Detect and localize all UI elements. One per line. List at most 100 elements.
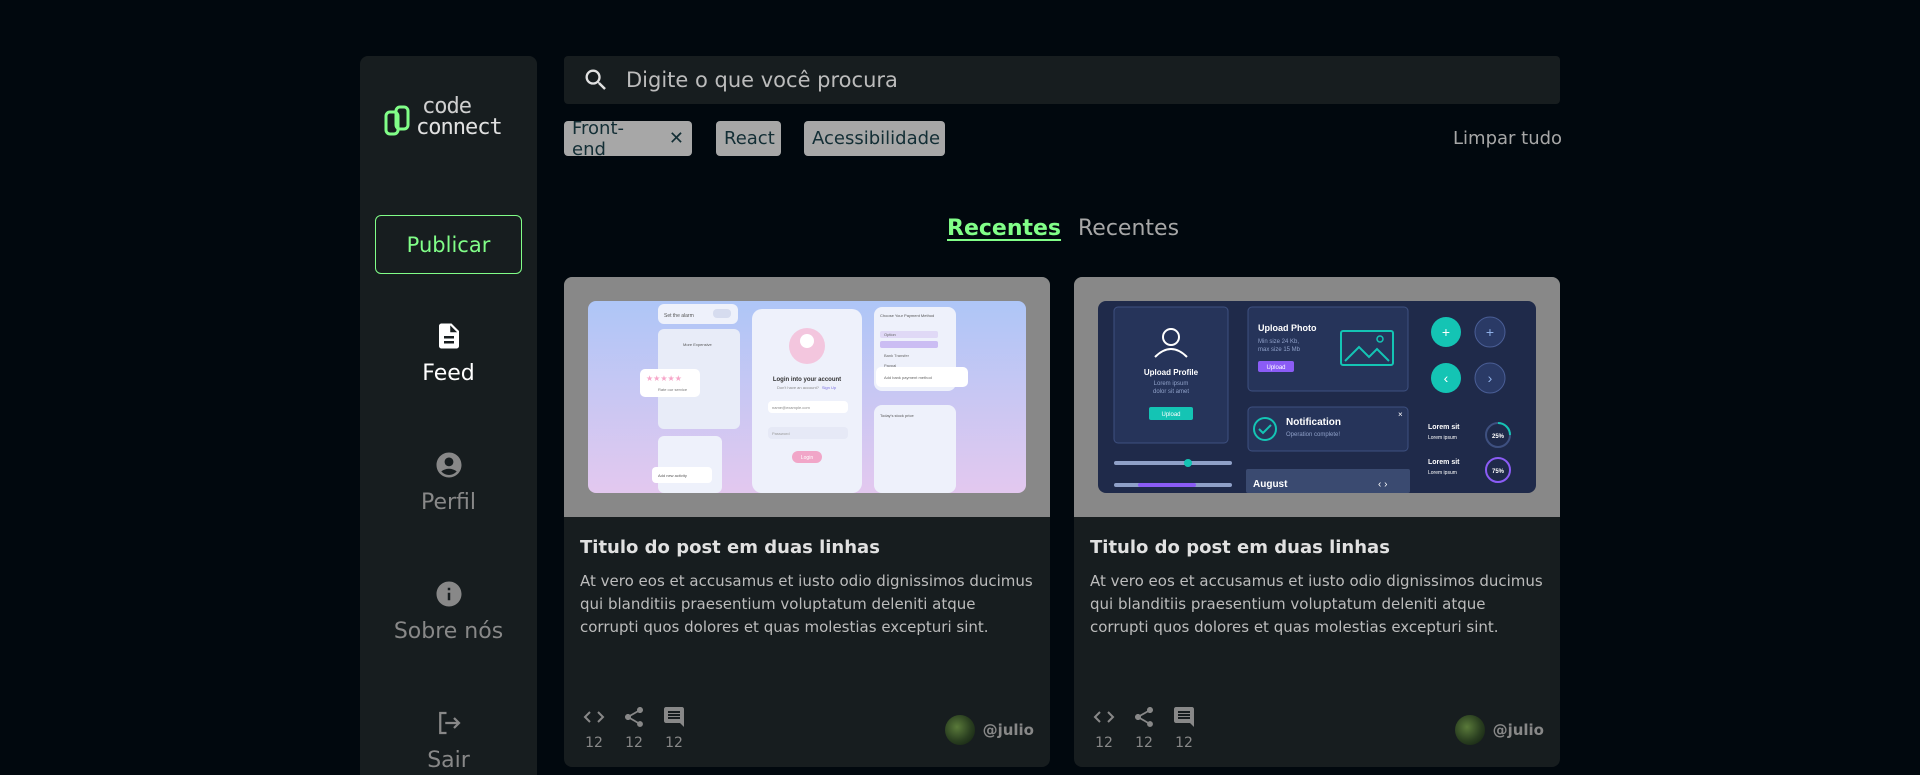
post-title[interactable]: Titulo do post em duas linhas <box>1090 537 1544 558</box>
clear-all-link[interactable]: Limpar tudo <box>1453 128 1562 149</box>
share-action[interactable]: 12 <box>620 705 648 751</box>
svg-text:Lorem sit: Lorem sit <box>1428 424 1460 431</box>
dark-ui-kit-illustration: Upload Profile Lorem ipsum dolor sit ame… <box>1098 301 1536 493</box>
svg-text:Login into your account: Login into your account <box>773 377 841 383</box>
tag-label: React <box>724 128 775 149</box>
sidebar-item-label: Perfil <box>420 490 477 515</box>
post-card[interactable]: Upload Profile Lorem ipsum dolor sit ame… <box>1074 277 1560 767</box>
post-title[interactable]: Titulo do post em duas linhas <box>580 537 1034 558</box>
post-thumbnail: Upload Profile Lorem ipsum dolor sit ame… <box>1074 277 1560 517</box>
share-count: 12 <box>1135 735 1153 751</box>
filter-tag-front-end: Front-end ✕ <box>564 118 692 160</box>
search-bar <box>564 56 1560 104</box>
svg-text:Upload Photo: Upload Photo <box>1258 323 1317 333</box>
tag-label: Front-end <box>572 117 625 160</box>
info-icon <box>436 581 461 607</box>
publish-button[interactable]: Publicar <box>375 215 522 274</box>
share-count: 12 <box>625 735 643 751</box>
post-author[interactable]: @julio <box>944 715 1034 745</box>
comment-action[interactable]: 12 <box>660 705 688 751</box>
svg-text:Password: Password <box>772 431 790 436</box>
comment-icon <box>664 707 684 727</box>
post-excerpt: At vero eos et accusamus et iusto odio d… <box>580 572 1033 636</box>
logo-line-2: connect <box>416 115 503 140</box>
logo-line-1: code <box>422 94 472 119</box>
svg-text:Lorem ipsum: Lorem ipsum <box>1428 470 1457 476</box>
filter-tag-react[interactable]: React <box>716 121 781 156</box>
app: code connect Publicar Feed Perfil Sobre … <box>0 0 1920 775</box>
code-action[interactable]: 12 <box>580 705 608 751</box>
post-author[interactable]: @julio <box>1454 715 1544 745</box>
svg-text:‹: ‹ <box>1444 370 1449 386</box>
logout-icon <box>438 711 461 735</box>
share-icon <box>625 707 643 727</box>
svg-text:Add new activity: Add new activity <box>658 473 687 478</box>
svg-text:Choose Your Payment Method: Choose Your Payment Method <box>880 313 934 318</box>
share-icon <box>1135 707 1153 727</box>
svg-text:name@example.com: name@example.com <box>772 405 811 410</box>
svg-text:Upload: Upload <box>1266 365 1285 371</box>
svg-text:Operation complete!: Operation complete! <box>1286 432 1340 438</box>
svg-text:Upload: Upload <box>1161 412 1180 418</box>
logo-mark-icon <box>384 105 410 136</box>
avatar <box>1454 715 1485 745</box>
thumbnail-image: Upload Profile Lorem ipsum dolor sit ame… <box>1098 301 1536 493</box>
svg-text:Set the alarm: Set the alarm <box>664 313 694 319</box>
post-excerpt: At vero eos et accusamus et iusto odio d… <box>1090 572 1543 636</box>
document-icon <box>438 323 459 349</box>
sidebar-item-sobre-nos[interactable]: Sobre nós <box>360 579 537 644</box>
author-handle: @julio <box>1492 721 1544 739</box>
avatar <box>944 715 975 745</box>
sidebar-item-feed[interactable]: Feed <box>360 321 537 386</box>
tab-recentes-active[interactable]: Recentes <box>947 216 1061 241</box>
code-icon <box>583 711 605 723</box>
comment-action[interactable]: 12 <box>1170 705 1198 751</box>
search-icon <box>585 69 606 90</box>
comment-count: 12 <box>665 735 683 751</box>
svg-text:Min size 24 Kb,: Min size 24 Kb, <box>1258 339 1299 345</box>
svg-text:Bank Transfer: Bank Transfer <box>884 353 910 358</box>
svg-text:Lorem ipsum: Lorem ipsum <box>1154 381 1189 387</box>
search-input[interactable] <box>626 68 1560 92</box>
comment-icon <box>1174 707 1194 727</box>
svg-text:75%: 75% <box>1492 469 1505 475</box>
svg-text:Upload Profile: Upload Profile <box>1144 368 1199 377</box>
share-action[interactable]: 12 <box>1130 705 1158 751</box>
svg-text:›: › <box>1488 370 1493 386</box>
svg-text:Notification: Notification <box>1286 417 1341 428</box>
post-footer: 12 12 12 @julio <box>580 701 1034 751</box>
sidebar-item-sair[interactable]: Sair <box>360 708 537 773</box>
post-actions: 12 12 12 <box>1090 705 1198 751</box>
sidebar-item-perfil[interactable]: Perfil <box>360 450 537 515</box>
tag-label: Acessibilidade <box>812 128 941 149</box>
code-action[interactable]: 12 <box>1090 705 1118 751</box>
svg-text:dolor sit amet: dolor sit amet <box>1153 389 1189 395</box>
author-handle: @julio <box>982 721 1034 739</box>
svg-text:Lorem ipsum: Lorem ipsum <box>1428 435 1457 441</box>
svg-text:Login: Login <box>801 455 813 461</box>
svg-text:More Expensive: More Expensive <box>683 342 712 347</box>
filter-tag-acessibilidade[interactable]: Acessibilidade <box>804 121 945 156</box>
sidebar-item-label: Feed <box>422 361 475 386</box>
svg-text:max size 15 Mb: max size 15 Mb <box>1258 347 1301 353</box>
post-card[interactable]: Set the alarm More Expensive ★★★★★ Rate … <box>564 277 1050 767</box>
post-thumbnail: Set the alarm More Expensive ★★★★★ Rate … <box>564 277 1050 517</box>
svg-text:Rate our service: Rate our service <box>658 387 688 392</box>
close-icon[interactable]: ✕ <box>669 128 684 149</box>
svg-text:August: August <box>1253 479 1288 490</box>
sidebar: code connect Publicar Feed Perfil Sobre … <box>360 56 537 775</box>
code-count: 12 <box>585 735 603 751</box>
logo[interactable]: code connect <box>384 94 503 140</box>
svg-text:Sign Up: Sign Up <box>822 385 837 390</box>
tab-recentes[interactable]: Recentes <box>1078 216 1179 241</box>
svg-text:+: + <box>1486 324 1494 340</box>
comment-count: 12 <box>1175 735 1193 751</box>
login-ui-kit-illustration: Set the alarm More Expensive ★★★★★ Rate … <box>588 301 1026 493</box>
logo-text: code connect <box>416 94 503 140</box>
svg-text:×: × <box>1398 410 1403 419</box>
svg-text:Add bank payment method: Add bank payment method <box>884 375 932 380</box>
account-circle-icon <box>436 452 461 478</box>
svg-text:Lorem sit: Lorem sit <box>1428 459 1460 466</box>
post-actions: 12 12 12 <box>580 705 688 751</box>
svg-text:25%: 25% <box>1492 434 1505 440</box>
